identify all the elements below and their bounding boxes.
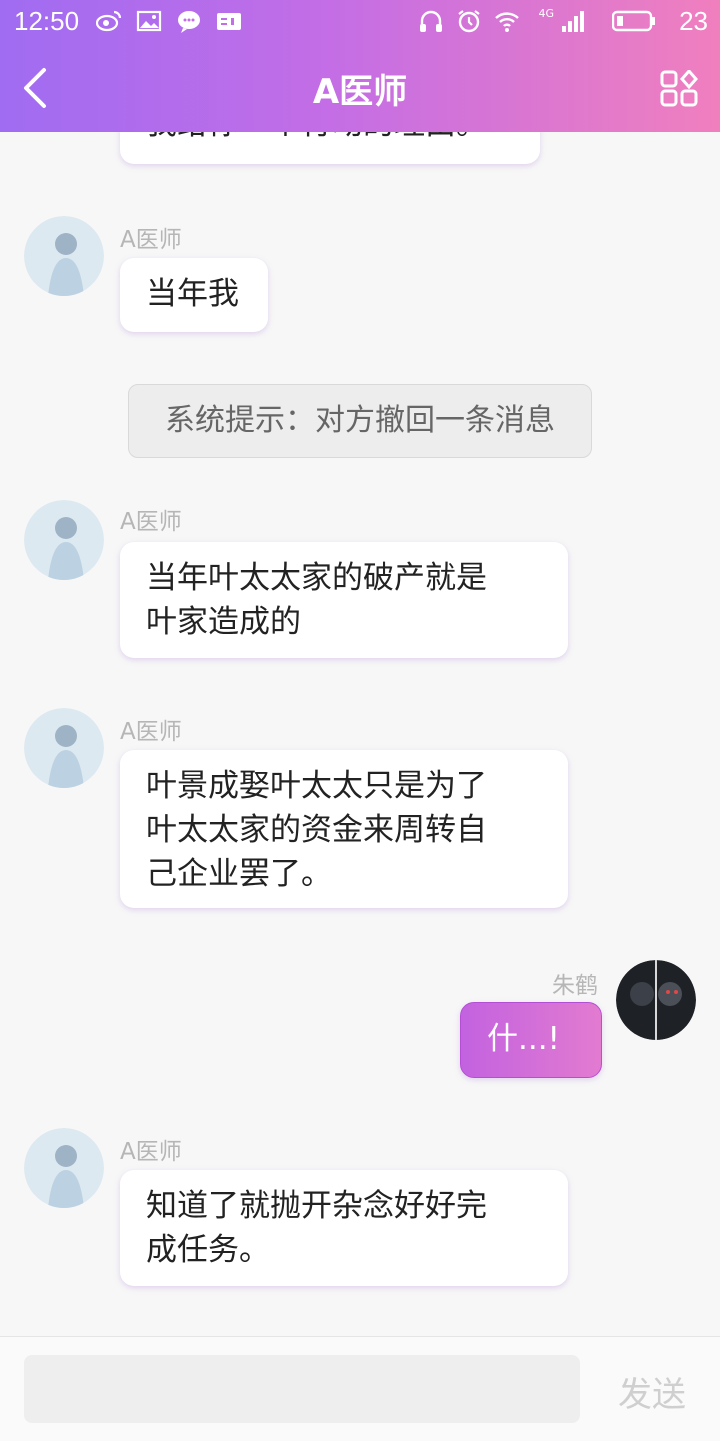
sender-name: A医师: [120, 509, 182, 535]
wechat-icon: [178, 11, 200, 33]
grid-menu-icon[interactable]: [660, 70, 698, 108]
ticket-icon: [217, 13, 241, 30]
headphones-icon: [420, 10, 443, 32]
message-bubble-partial: 我给你一个行动的理由。: [120, 132, 540, 164]
avatar-doctor[interactable]: [24, 500, 104, 580]
battery-percent: 23: [679, 6, 708, 36]
message-text: 我给你一个行动的理由。: [146, 132, 487, 142]
alarm-icon: [458, 10, 481, 33]
input-bar: 发送: [0, 1336, 720, 1441]
message-text-line: 己企业罢了。: [146, 856, 332, 892]
image-icon: [136, 10, 162, 32]
wifi-icon: [495, 12, 520, 32]
avatar-doctor[interactable]: [24, 1128, 104, 1208]
message-text-line: 成任务。: [146, 1232, 270, 1268]
weibo-icon: [96, 10, 122, 32]
message-bubble: 当年叶太太家的破产就是 叶家造成的: [120, 542, 568, 658]
signal-icon: [562, 11, 584, 32]
message-bubble: 叶景成娶叶太太只是为了 叶太太家的资金来周转自 己企业罢了。: [120, 750, 568, 908]
network-type: 4G: [538, 6, 554, 20]
avatar-doctor[interactable]: [24, 708, 104, 788]
status-time: 12:50: [14, 6, 80, 36]
message-input[interactable]: [24, 1355, 580, 1423]
system-notice: 系统提示：对方撤回一条消息: [128, 384, 592, 458]
message-bubble-own: 什...!: [460, 1002, 602, 1078]
sender-name: A医师: [120, 719, 182, 745]
message-text-line: 叶太太家的资金来周转自: [146, 812, 487, 848]
notification-icons: [96, 8, 242, 34]
battery-icon: [612, 10, 655, 32]
status-bar: 12:50 4G 23: [0, 0, 720, 44]
message-text-line: 叶景成娶叶太太只是为了: [146, 768, 487, 804]
avatar-user[interactable]: [616, 960, 696, 1040]
message-bubble: 知道了就抛开杂念好好完 成任务。: [120, 1170, 568, 1286]
message-text: 当年我: [146, 276, 239, 312]
send-button[interactable]: 发送: [618, 1367, 686, 1416]
sender-name: A医师: [120, 227, 182, 253]
system-icons: 4G: [418, 6, 656, 34]
page-title: A医师: [312, 72, 408, 112]
message-bubble: 当年我: [120, 258, 268, 332]
sender-name: A医师: [120, 1139, 182, 1165]
sender-name: 朱鹤: [552, 973, 598, 999]
message-text-line: 知道了就抛开杂念好好完: [146, 1188, 487, 1224]
app-header: 12:50 4G 23 A医师: [0, 0, 720, 132]
avatar-doctor[interactable]: [24, 216, 104, 296]
message-text-line: 叶家造成的: [146, 604, 301, 640]
message-text: 什...!: [487, 1021, 560, 1057]
chat-area[interactable]: 我给你一个行动的理由。 A医师 当年我 系统提示：对方撤回一条消息 A医师 当年…: [0, 132, 720, 1336]
message-text-line: 当年叶太太家的破产就是: [146, 560, 487, 596]
